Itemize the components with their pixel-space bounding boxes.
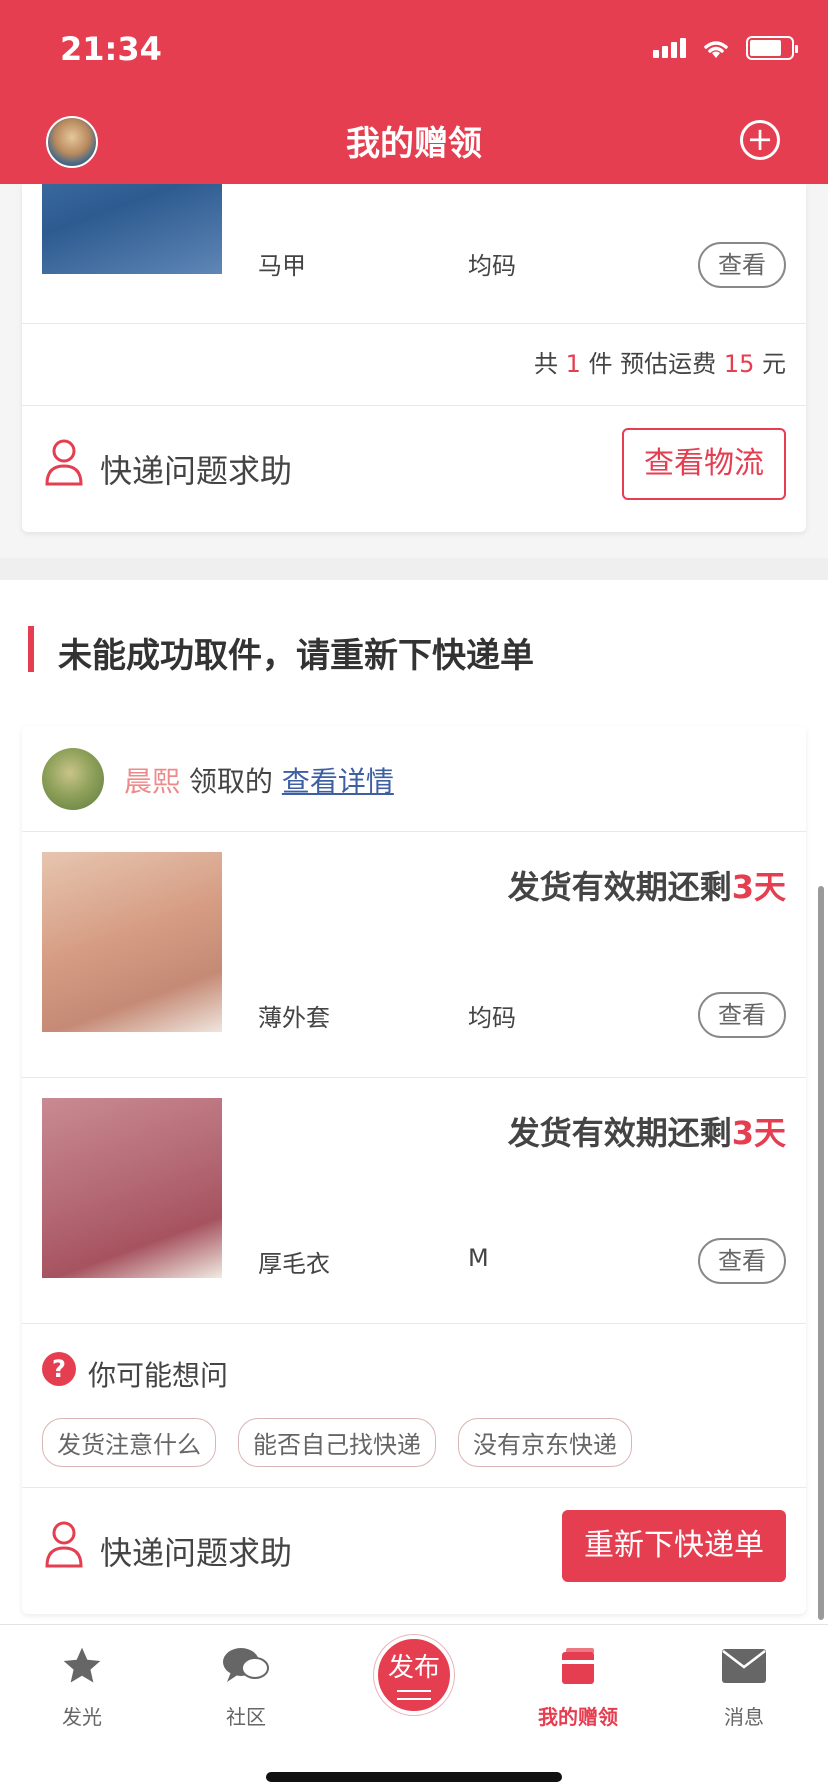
- claimer-name[interactable]: 晨熙: [124, 765, 180, 798]
- item-size: M: [468, 1244, 489, 1272]
- status-time: 21:34: [60, 30, 162, 68]
- bottom-tab-bar: 发光 社区 发布 我的赠领 消息: [0, 1624, 828, 1792]
- claimer-row: 晨熙 领取的 查看详情: [22, 726, 806, 832]
- item-row: 马甲 均码 查看: [22, 184, 806, 324]
- item-count: 1: [565, 350, 581, 378]
- ship-deadline: 发货有效期还剩3天: [507, 868, 786, 906]
- section-header: 未能成功取件，请重新下快递单: [0, 580, 828, 726]
- help-label[interactable]: 快递问题求助: [100, 1528, 292, 1574]
- view-logistics-button[interactable]: 查看物流: [622, 428, 786, 500]
- faq-tag[interactable]: 没有京东快递: [458, 1418, 632, 1467]
- add-icon[interactable]: +: [740, 120, 780, 160]
- faq-tag[interactable]: 能否自己找快递: [238, 1418, 436, 1467]
- faq-title: 你可能想问: [88, 1359, 229, 1392]
- item-size: 均码: [468, 1004, 516, 1032]
- item-photo[interactable]: [42, 184, 222, 274]
- main-content: 马甲 均码 查看 共 1 件 预估运费 15 元 快递问题求助 查看物流 未能成…: [0, 184, 828, 1624]
- section-accent-bar: [28, 626, 34, 672]
- help-row: 快递问题求助 查看物流: [22, 406, 806, 532]
- signal-icon: [653, 38, 686, 58]
- divider: [0, 558, 828, 580]
- status-icons: [653, 36, 798, 60]
- battery-icon: [746, 36, 798, 60]
- claim-card-failed: 晨熙 领取的 查看详情 发货有效期还剩3天 薄外套 均码 查看 发货有效期还剩3…: [22, 726, 806, 1614]
- tab-community[interactable]: 社区: [186, 1641, 306, 1730]
- shipping-fee: 15: [723, 350, 755, 378]
- view-button[interactable]: 查看: [698, 1238, 786, 1284]
- view-button[interactable]: 查看: [698, 992, 786, 1038]
- help-row: 快递问题求助 重新下快递单: [22, 1488, 806, 1614]
- item-photo[interactable]: [42, 1098, 222, 1278]
- item-name: 厚毛衣: [258, 1250, 330, 1278]
- gift-book-icon: [562, 1648, 594, 1684]
- mail-icon: [722, 1649, 766, 1683]
- reorder-shipping-button[interactable]: 重新下快递单: [562, 1510, 786, 1582]
- section-title: 未能成功取件，请重新下快递单: [58, 636, 534, 676]
- item-name: 薄外套: [258, 1004, 330, 1032]
- ship-deadline: 发货有效期还剩3天: [507, 1114, 786, 1152]
- home-indicator: [266, 1772, 562, 1782]
- app-header: 21:34 我的赠领 +: [0, 0, 828, 184]
- item-row: 发货有效期还剩3天 厚毛衣 M 查看: [22, 1078, 806, 1324]
- item-name: 马甲: [258, 252, 306, 280]
- faq-tags: 发货注意什么 能否自己找快递 没有京东快递: [42, 1418, 632, 1467]
- question-icon: ?: [42, 1352, 76, 1386]
- help-label[interactable]: 快递问题求助: [100, 446, 292, 492]
- tab-glow[interactable]: 发光: [22, 1641, 142, 1730]
- publish-icon: [397, 1690, 431, 1700]
- chat-bubble-icon: [223, 1648, 269, 1682]
- item-row: 发货有效期还剩3天 薄外套 均码 查看: [22, 832, 806, 1078]
- claim-card-shipped: 马甲 均码 查看 共 1 件 预估运费 15 元 快递问题求助 查看物流: [22, 184, 806, 532]
- item-photo[interactable]: [42, 852, 222, 1032]
- person-icon: [45, 439, 83, 486]
- star-icon: [63, 1647, 101, 1683]
- claimer-avatar[interactable]: [42, 748, 104, 810]
- person-icon: [45, 1521, 83, 1568]
- page-title: 我的赠领: [346, 124, 482, 164]
- scrollbar[interactable]: [818, 886, 824, 1620]
- wifi-icon: [704, 41, 728, 58]
- tab-my-gifts[interactable]: 我的赠领: [518, 1641, 638, 1730]
- item-size: 均码: [468, 252, 516, 280]
- order-summary: 共 1 件 预估运费 15 元: [22, 324, 806, 406]
- pickup-failed-section: 未能成功取件，请重新下快递单 晨熙 领取的 查看详情 发货有效期还剩3天 薄外套…: [0, 580, 828, 1624]
- claimer-text: 晨熙 领取的 查看详情: [124, 760, 394, 800]
- claimer-action: 领取的: [188, 765, 273, 798]
- tab-publish[interactable]: 发布: [374, 1635, 454, 1715]
- faq-block: ? 你可能想问 发货注意什么 能否自己找快递 没有京东快递: [22, 1324, 806, 1488]
- view-details-link[interactable]: 查看详情: [282, 765, 394, 798]
- view-button[interactable]: 查看: [698, 242, 786, 288]
- tab-messages[interactable]: 消息: [684, 1641, 804, 1730]
- faq-tag[interactable]: 发货注意什么: [42, 1418, 216, 1467]
